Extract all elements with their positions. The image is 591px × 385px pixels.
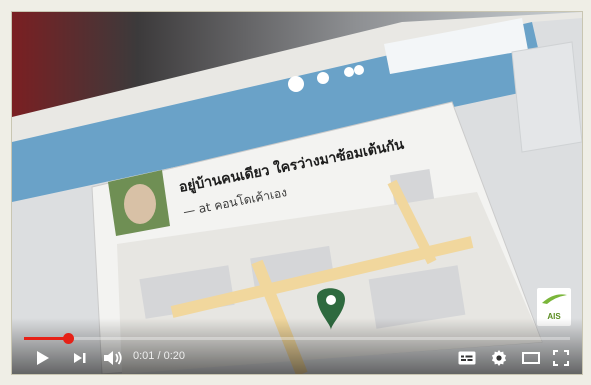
fullscreen-button[interactable]: [550, 347, 572, 369]
time-display: 0:01 / 0:20: [133, 350, 185, 362]
volume-button[interactable]: [102, 347, 124, 369]
theater-icon: [522, 352, 540, 364]
ais-logo-icon: [542, 294, 567, 304]
settings-icon: [491, 350, 507, 366]
play-button[interactable]: [32, 347, 54, 369]
side-panel: [511, 41, 582, 153]
theater-mode-button[interactable]: [520, 347, 542, 369]
settings-button[interactable]: [488, 347, 510, 369]
subtitles-button[interactable]: [456, 347, 478, 369]
progress-played: [24, 337, 68, 340]
page-frame: อยู่บ้านคนเดียว ใครว่างมาซ้อมเต้นกัน — a…: [0, 0, 591, 385]
play-icon: [37, 351, 49, 365]
next-icon: [74, 353, 86, 363]
player-controls: 0:01 / 0:20: [12, 342, 582, 374]
profile-face: [124, 184, 156, 224]
map-pin-dot: [326, 295, 336, 305]
message-icon: [317, 72, 329, 84]
fullscreen-icon: [553, 350, 569, 366]
volume-icon: [104, 351, 122, 365]
subtitles-icon: [458, 351, 476, 365]
next-button[interactable]: [69, 347, 91, 369]
progress-bar[interactable]: [24, 333, 570, 344]
friends-icon: [344, 67, 354, 77]
video-player[interactable]: อยู่บ้านคนเดียว ใครว่างมาซ้อมเต้นกัน — a…: [11, 11, 583, 375]
friends-icon-2: [354, 65, 364, 75]
globe-icon: [288, 76, 304, 92]
